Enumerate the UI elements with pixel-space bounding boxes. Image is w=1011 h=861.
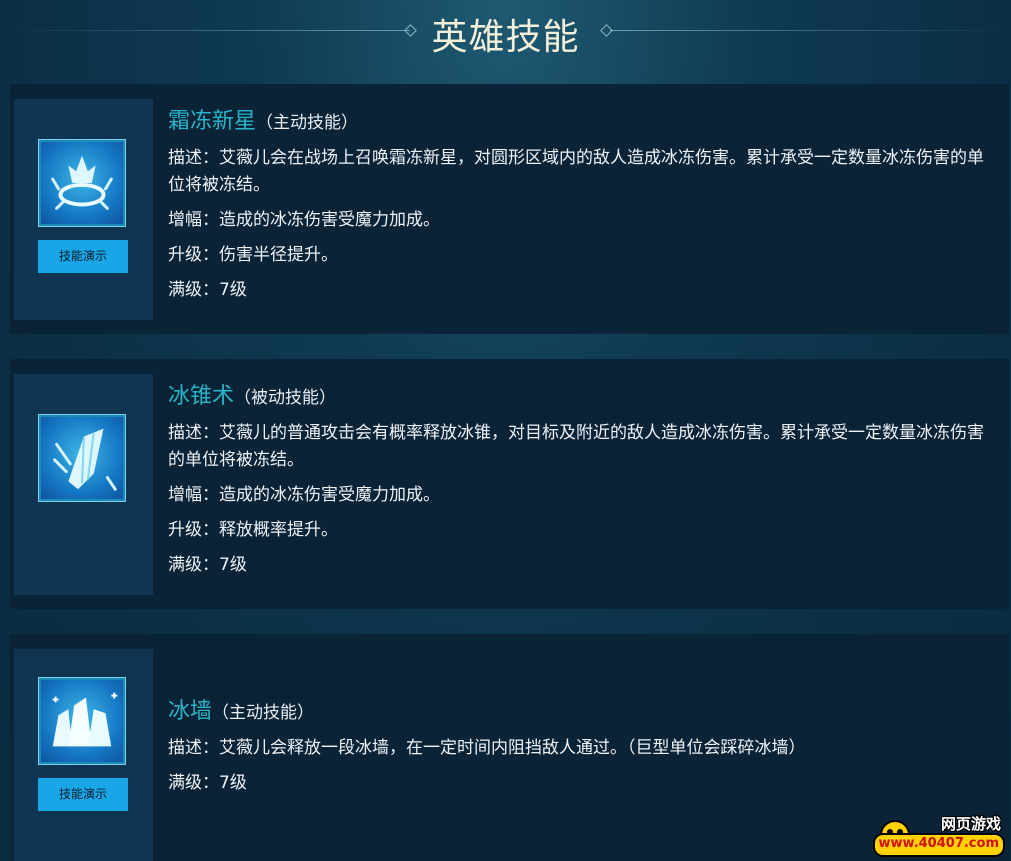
ice-shard-icon (38, 414, 126, 502)
page-title: 英雄技能 (431, 17, 580, 58)
skill-type: （主动技能） (212, 703, 315, 723)
skill-card-ice-shard: 冰锥术（被动技能） 描述：艾薇儿的普通攻击会有概率释放冰锥，对目标及附近的敌人造… (10, 359, 1009, 609)
skill-icon-panel: 技能演示 (14, 649, 153, 861)
skill-description: 描述：艾薇儿会释放一段冰墙，在一定时间内阻挡敌人通过。（巨型单位会踩碎冰墙） (168, 738, 806, 758)
skill-heading: 冰锥术（被动技能） (168, 383, 998, 410)
skill-name: 霜冻新星 (168, 109, 257, 134)
skill-description: 描述：艾薇儿会在战场上召唤霜冻新星，对圆形区域内的敌人造成冰冻伤害。累计承受一定… (168, 148, 984, 195)
skill-text: 冰锥术（被动技能） 描述：艾薇儿的普通攻击会有概率释放冰锥，对目标及附近的敌人造… (168, 383, 998, 579)
skill-type: （被动技能） (234, 388, 337, 408)
skill-max-level: 满级：7级 (168, 773, 247, 793)
skill-type: （主动技能） (256, 113, 359, 133)
skill-name: 冰墙 (168, 699, 213, 724)
skill-upgrade: 升级：释放概率提升。 (168, 520, 338, 540)
skill-heading: 霜冻新星（主动技能） (168, 108, 998, 135)
skill-text: 冰墙（主动技能） 描述：艾薇儿会释放一段冰墙，在一定时间内阻挡敌人通过。（巨型单… (168, 698, 998, 797)
site-watermark: 网页游戏 www.40407.com (872, 811, 1007, 857)
skill-demo-button[interactable]: 技能演示 (38, 778, 128, 811)
skill-icon-panel (14, 374, 153, 595)
watermark-url: www.40407.com (872, 833, 1005, 857)
frost-nova-icon (38, 139, 126, 227)
section-header: 英雄技能 (0, 0, 1011, 80)
skill-max-level: 满级：7级 (168, 280, 247, 300)
ice-wall-icon (38, 677, 126, 765)
skill-card-ice-wall: 技能演示 冰墙（主动技能） 描述：艾薇儿会释放一段冰墙，在一定时间内阻挡敌人通过… (10, 634, 1009, 861)
skill-heading: 冰墙（主动技能） (168, 698, 998, 725)
skill-demo-button[interactable]: 技能演示 (38, 240, 128, 273)
skill-description: 描述：艾薇儿的普通攻击会有概率释放冰锥，对目标及附近的敌人造成冰冻伤害。累计承受… (168, 423, 984, 470)
skill-boost: 增幅：造成的冰冻伤害受魔力加成。 (168, 210, 440, 230)
skill-max-level: 满级：7级 (168, 555, 247, 575)
skill-name: 冰锥术 (168, 384, 235, 409)
skill-boost: 增幅：造成的冰冻伤害受魔力加成。 (168, 485, 440, 505)
skill-icon-panel: 技能演示 (14, 99, 153, 320)
skill-text: 霜冻新星（主动技能） 描述：艾薇儿会在战场上召唤霜冻新星，对圆形区域内的敌人造成… (168, 108, 998, 304)
skill-upgrade: 升级：伤害半径提升。 (168, 245, 338, 265)
watermark-label: 网页游戏 (940, 815, 1001, 833)
skill-card-frost-nova: 技能演示 霜冻新星（主动技能） 描述：艾薇儿会在战场上召唤霜冻新星，对圆形区域内… (10, 84, 1009, 334)
header-divider-right (610, 30, 1008, 31)
